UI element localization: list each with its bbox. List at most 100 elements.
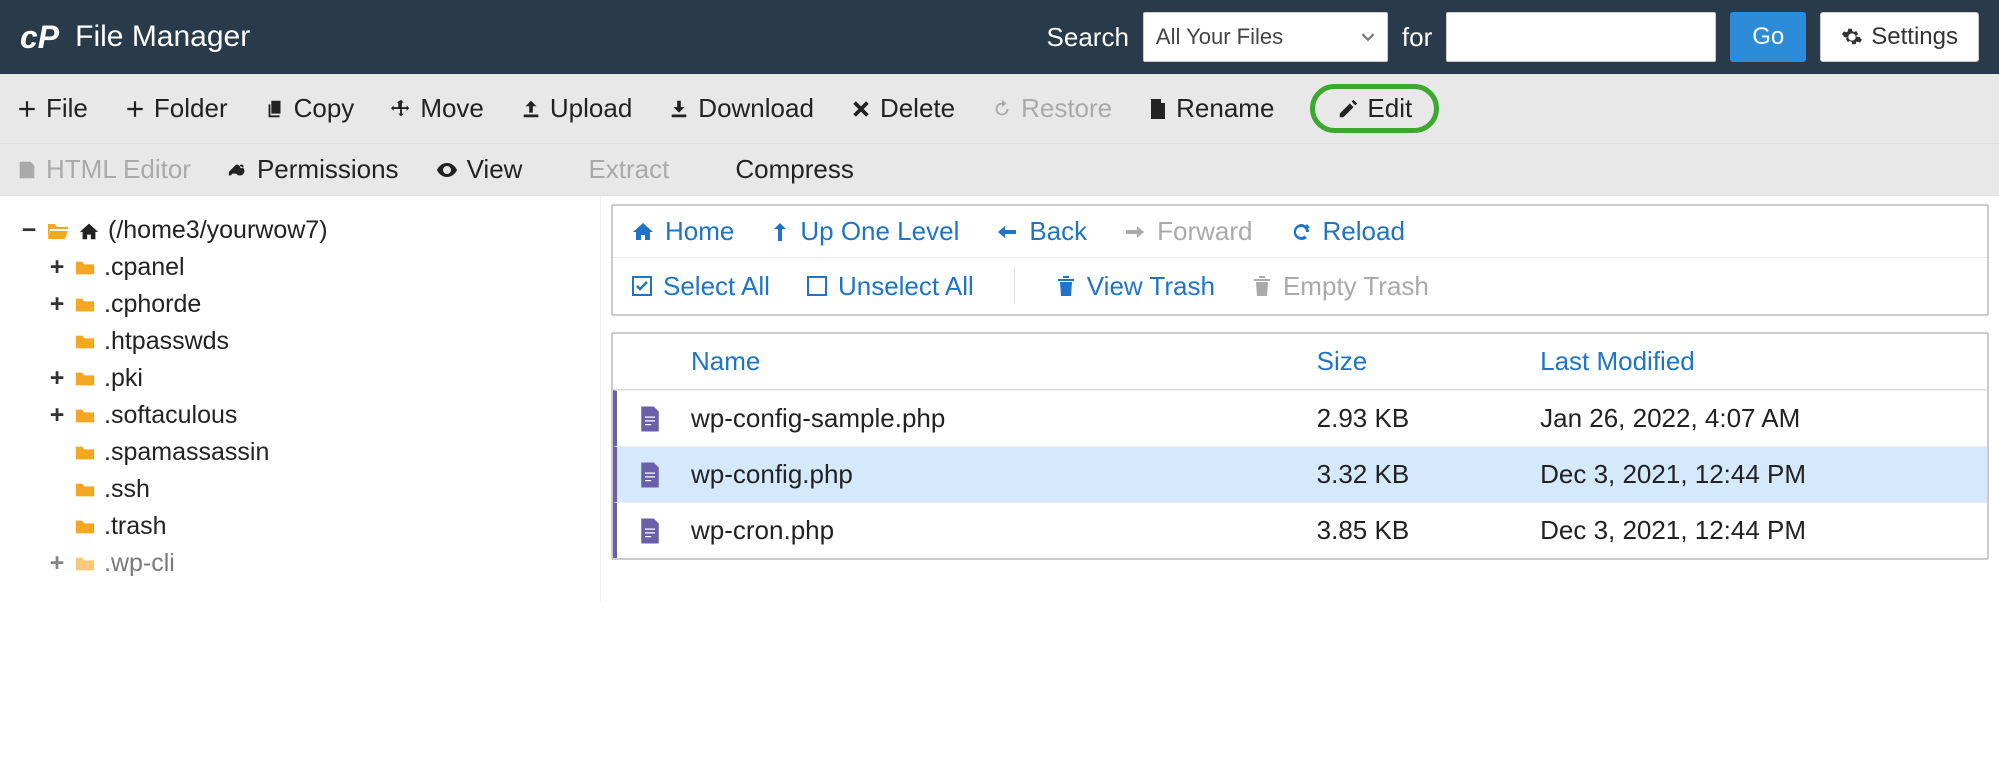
restore-icon: [991, 98, 1013, 120]
extract-button: Extract: [558, 154, 669, 185]
tree-item[interactable]: + .ssh: [20, 471, 588, 508]
col-name-header[interactable]: Name: [683, 346, 1317, 377]
plus-icon: [124, 98, 146, 120]
table-row[interactable]: wp-cron.php 3.85 KB Dec 3, 2021, 12:44 P…: [613, 502, 1987, 558]
tree-item-label: .wp-cli: [104, 549, 175, 578]
key-icon: [227, 159, 249, 181]
file-icon: [1148, 97, 1168, 121]
home-button[interactable]: Home: [631, 216, 734, 247]
app-header: cP File Manager Search All Your Files fo…: [0, 0, 1999, 74]
php-file-icon: [617, 516, 683, 546]
reload-icon: [1289, 220, 1313, 244]
search-scope-select[interactable]: All Your Files: [1143, 12, 1388, 62]
tree-expander[interactable]: −: [20, 216, 38, 245]
tree-item[interactable]: + .cphorde: [20, 286, 588, 323]
tree-expander[interactable]: +: [48, 253, 66, 282]
tree-item-label: .pki: [104, 364, 143, 393]
folder-icon: [74, 518, 96, 536]
col-modified-header[interactable]: Last Modified: [1540, 346, 1987, 377]
table-row[interactable]: wp-config.php 3.32 KB Dec 3, 2021, 12:44…: [613, 446, 1987, 502]
forward-button: Forward: [1123, 216, 1252, 247]
for-label: for: [1402, 22, 1432, 53]
folder-button[interactable]: Folder: [124, 93, 228, 124]
folder-icon: [74, 555, 96, 573]
tree-root[interactable]: − (/home3/yourwow7): [20, 212, 588, 249]
tree-item[interactable]: + .wp-cli: [20, 545, 588, 582]
file-modified: Jan 26, 2022, 4:07 AM: [1540, 403, 1987, 434]
file-button[interactable]: File: [16, 93, 88, 124]
tree-item-label: .softaculous: [104, 401, 237, 430]
view-button[interactable]: View: [435, 154, 523, 185]
main-area: − (/home3/yourwow7) + .cpanel + .cphorde…: [0, 196, 1999, 602]
tree-item[interactable]: + .pki: [20, 360, 588, 397]
tree-expander[interactable]: +: [48, 549, 66, 578]
folder-icon: [74, 333, 96, 351]
tree-item[interactable]: + .softaculous: [20, 397, 588, 434]
html-editor-button: HTML Editor: [16, 154, 191, 185]
folder-tree: − (/home3/yourwow7) + .cpanel + .cphorde…: [0, 196, 600, 602]
tree-item-label: .cpanel: [104, 253, 185, 282]
file-size: 3.85 KB: [1317, 515, 1540, 546]
tree-expander[interactable]: +: [48, 401, 66, 430]
delete-button[interactable]: Delete: [850, 93, 955, 124]
tree-item[interactable]: + .spamassassin: [20, 434, 588, 471]
go-button[interactable]: Go: [1730, 12, 1806, 62]
file-name: wp-config.php: [683, 459, 1317, 490]
folder-icon: [74, 259, 96, 277]
table-row[interactable]: wp-config-sample.php 2.93 KB Jan 26, 202…: [613, 390, 1987, 446]
file-size: 2.93 KB: [1317, 403, 1540, 434]
tree-item[interactable]: + .cpanel: [20, 249, 588, 286]
eye-icon: [435, 158, 459, 182]
checkbox-checked-icon: [631, 275, 653, 297]
unselect-all-button[interactable]: Unselect All: [806, 271, 974, 302]
delete-icon: [850, 98, 872, 120]
copy-button[interactable]: Copy: [264, 93, 355, 124]
file-name: wp-config-sample.php: [683, 403, 1317, 434]
reload-button[interactable]: Reload: [1289, 216, 1405, 247]
tree-item-label: .trash: [104, 512, 167, 541]
file-name: wp-cron.php: [683, 515, 1317, 546]
tree-item-label: .cphorde: [104, 290, 201, 319]
toolbar-primary: File Folder Copy Move Upload Download De…: [0, 74, 1999, 144]
php-file-icon: [617, 460, 683, 490]
compress-icon: [705, 159, 727, 181]
move-button[interactable]: Move: [390, 93, 484, 124]
col-size-header[interactable]: Size: [1317, 346, 1540, 377]
arrow-up-icon: [770, 220, 790, 244]
folder-icon: [74, 296, 96, 314]
search-input[interactable]: [1446, 12, 1716, 62]
back-button[interactable]: Back: [995, 216, 1087, 247]
tree-item-label: .ssh: [104, 475, 150, 504]
home-icon: [78, 221, 100, 241]
move-icon: [390, 98, 412, 120]
tree-item[interactable]: + .trash: [20, 508, 588, 545]
up-one-level-button[interactable]: Up One Level: [770, 216, 959, 247]
permissions-button[interactable]: Permissions: [227, 154, 399, 185]
settings-label: Settings: [1871, 23, 1958, 51]
nav-toolbar: Home Up One Level Back Forward Reload: [611, 204, 1989, 316]
view-trash-button[interactable]: View Trash: [1055, 271, 1215, 302]
extract-icon: [558, 159, 580, 181]
compress-button[interactable]: Compress: [705, 154, 853, 185]
empty-trash-button: Empty Trash: [1251, 271, 1429, 302]
edit-button[interactable]: Edit: [1310, 84, 1439, 133]
file-size: 3.32 KB: [1317, 459, 1540, 490]
file-table: Name Size Last Modified wp-config-sample…: [611, 332, 1989, 560]
trash-icon: [1055, 274, 1077, 298]
select-all-button[interactable]: Select All: [631, 271, 770, 302]
upload-button[interactable]: Upload: [520, 93, 632, 124]
app-title: File Manager: [75, 20, 250, 54]
tree-expander[interactable]: +: [48, 290, 66, 319]
plus-icon: [16, 98, 38, 120]
restore-button: Restore: [991, 93, 1112, 124]
rename-button[interactable]: Rename: [1148, 93, 1274, 124]
download-button[interactable]: Download: [668, 93, 814, 124]
tree-expander[interactable]: +: [48, 364, 66, 393]
edit-document-icon: [16, 159, 38, 181]
tree-item[interactable]: + .htpasswds: [20, 323, 588, 360]
file-modified: Dec 3, 2021, 12:44 PM: [1540, 515, 1987, 546]
chevron-down-icon: [1361, 30, 1375, 44]
folder-icon: [74, 370, 96, 388]
settings-button[interactable]: Settings: [1820, 12, 1979, 62]
open-folder-icon: [46, 221, 70, 241]
